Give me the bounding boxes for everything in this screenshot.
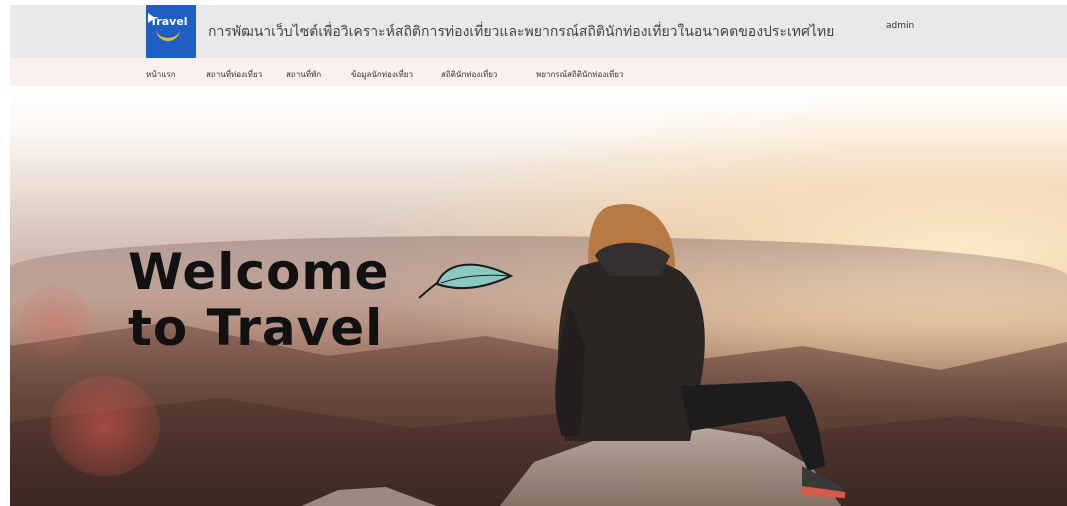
nav-item-tourist-statistics[interactable]: สถิตินักท่องเที่ยว bbox=[441, 68, 497, 81]
nav-item-accommodation[interactable]: สถานที่พัก bbox=[286, 68, 321, 81]
top-header-bar: Travel การพัฒนาเว็บไซต์เพื่อวิเคราะห์สถิ… bbox=[10, 5, 1067, 58]
hero-banner: Welcome to Travel bbox=[10, 86, 1067, 506]
site-logo[interactable]: Travel bbox=[146, 5, 196, 58]
user-menu-admin[interactable]: admin bbox=[886, 21, 914, 31]
logo-text: Travel bbox=[150, 15, 188, 28]
nav-item-forecast[interactable]: พยากรณ์สถิตินักท่องเที่ยว bbox=[536, 68, 623, 81]
nav-item-attractions[interactable]: สถานที่ท่องเที่ยว bbox=[206, 68, 262, 81]
lens-flare bbox=[50, 376, 160, 476]
leaf-icon bbox=[418, 263, 514, 299]
hero-heading-line1: Welcome bbox=[128, 243, 390, 301]
page: Travel การพัฒนาเว็บไซต์เพื่อวิเคราะห์สถิ… bbox=[0, 0, 1067, 506]
nav-item-tourist-info[interactable]: ข้อมูลนักท่องเที่ยว bbox=[351, 68, 413, 81]
nav-item-home[interactable]: หน้าแรก bbox=[146, 68, 176, 81]
hiker-figure bbox=[555, 204, 845, 498]
lens-flare bbox=[20, 286, 90, 356]
logo-swoosh bbox=[156, 29, 180, 41]
hero-heading: Welcome to Travel bbox=[128, 244, 389, 356]
site-title: การพัฒนาเว็บไซต์เพื่อวิเคราะห์สถิติการท่… bbox=[208, 24, 835, 40]
main-navigation: หน้าแรก สถานที่ท่องเที่ยว สถานที่พัก ข้อ… bbox=[10, 58, 1067, 86]
hero-heading-line2: to Travel bbox=[128, 299, 384, 357]
